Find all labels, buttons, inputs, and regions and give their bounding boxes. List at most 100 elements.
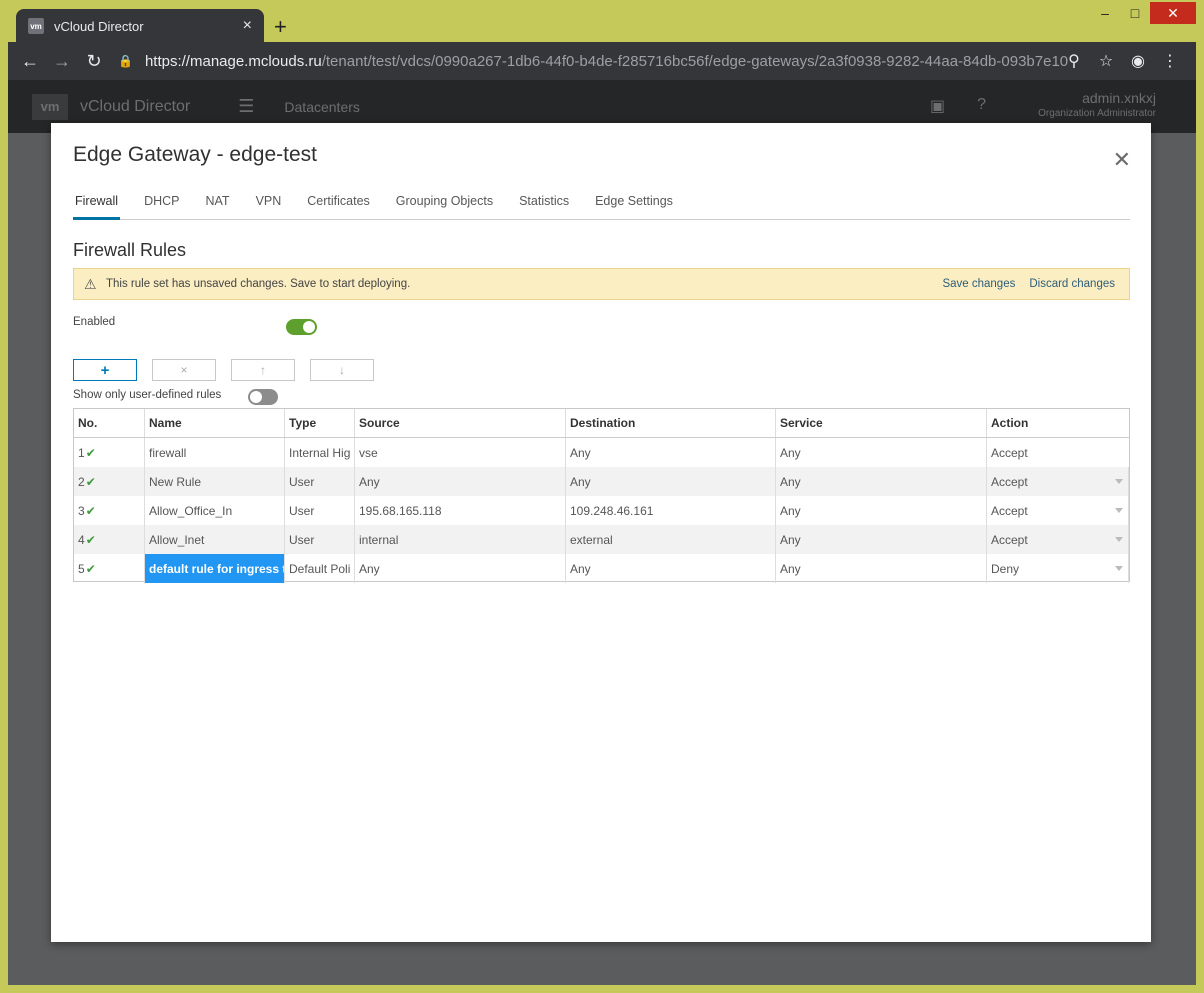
chevron-down-icon[interactable]	[1115, 566, 1123, 571]
forward-icon[interactable]: →	[46, 45, 78, 77]
chevron-down-icon[interactable]	[1115, 479, 1123, 484]
rule-action[interactable]: Accept	[987, 525, 1129, 554]
window-controls: – □ ✕	[1090, 2, 1196, 24]
rule-name[interactable]: Allow_Office_In	[145, 496, 285, 525]
col-service[interactable]: Service	[776, 409, 987, 437]
rule-name[interactable]: New Rule	[145, 467, 285, 496]
table-row[interactable]: 2 ✔ New Rule User Any Any Any Accept	[74, 467, 1129, 496]
table-row[interactable]: 3 ✔ Allow_Office_In User 195.68.165.118 1…	[74, 496, 1129, 525]
col-destination[interactable]: Destination	[566, 409, 776, 437]
check-icon: ✔	[85, 532, 96, 547]
zoom-icon[interactable]: ⚲	[1058, 47, 1090, 75]
col-source[interactable]: Source	[355, 409, 566, 437]
new-tab-icon[interactable]: +	[274, 14, 287, 40]
tab-edge-settings[interactable]: Edge Settings	[593, 191, 675, 220]
rule-source[interactable]: internal	[355, 525, 566, 554]
window-close-icon[interactable]: ✕	[1150, 2, 1196, 24]
tab-statistics[interactable]: Statistics	[517, 191, 571, 220]
rule-type: User	[285, 467, 355, 496]
lock-icon: 🔒	[118, 54, 133, 68]
save-changes-link[interactable]: Save changes	[942, 278, 1015, 290]
rule-destination[interactable]: Any	[566, 467, 776, 496]
rule-service[interactable]: Any	[776, 525, 987, 554]
tab-certificates[interactable]: Certificates	[305, 191, 372, 220]
rule-action[interactable]: Accept	[987, 438, 1129, 467]
tab-dhcp[interactable]: DHCP	[142, 191, 181, 220]
modal-tabs: Firewall DHCP NAT VPN Certificates Group…	[73, 191, 1130, 220]
minimize-icon[interactable]: –	[1090, 2, 1120, 24]
row-number-text: 3	[78, 503, 85, 518]
row-number: 4 ✔	[74, 525, 145, 554]
rule-destination[interactable]: external	[566, 525, 776, 554]
rule-name[interactable]: Allow_Inet	[145, 525, 285, 554]
rule-type: Internal Hig	[285, 438, 355, 467]
warning-icon: ⚠	[84, 275, 97, 292]
table-row[interactable]: 4 ✔ Allow_Inet User internal external Any…	[74, 525, 1129, 554]
reload-icon[interactable]: ↻	[78, 45, 110, 77]
back-icon[interactable]: ←	[14, 45, 46, 77]
row-number: 3 ✔	[74, 496, 145, 525]
table-row[interactable]: 1 ✔ firewall Internal Hig vse Any Any Acc…	[74, 438, 1129, 467]
hamburger-menu-icon[interactable]: ☰	[238, 96, 254, 117]
close-icon[interactable]: ✕	[1113, 147, 1131, 173]
enabled-toggle[interactable]	[286, 319, 317, 335]
url-host: https://manage.mclouds.ru	[144, 52, 322, 70]
chevron-down-icon[interactable]	[1115, 537, 1123, 542]
rule-action[interactable]: Accept	[987, 467, 1129, 496]
delete-rule-button[interactable]: ×	[152, 359, 216, 381]
rule-service[interactable]: Any	[776, 467, 987, 496]
rule-type: User	[285, 496, 355, 525]
rule-source[interactable]: Any	[355, 467, 566, 496]
rule-action[interactable]: Accept	[987, 496, 1129, 525]
rule-service[interactable]: Any	[776, 438, 987, 467]
maximize-icon[interactable]: □	[1120, 2, 1150, 24]
user-defined-toggle[interactable]	[248, 389, 278, 405]
tab-vpn[interactable]: VPN	[254, 191, 284, 220]
chevron-down-icon[interactable]	[1115, 508, 1123, 513]
nav-datacenters[interactable]: Datacenters	[284, 99, 359, 115]
rule-destination[interactable]: Any	[566, 438, 776, 467]
add-rule-button[interactable]: +	[73, 359, 137, 381]
col-action[interactable]: Action	[987, 409, 1129, 437]
col-name[interactable]: Name	[145, 409, 285, 437]
user-menu[interactable]: admin.xnkxj Organization Administrator	[1038, 90, 1156, 122]
tab-firewall[interactable]: Firewall	[73, 191, 121, 220]
bookmark-star-icon[interactable]: ☆	[1090, 47, 1122, 75]
table-row[interactable]: 5 ✔ default rule for ingress t Default Po…	[74, 554, 1129, 583]
incognito-icon[interactable]: ◉	[1122, 47, 1154, 75]
row-number-text: 5	[78, 561, 85, 576]
row-number: 2 ✔	[74, 467, 145, 496]
move-down-button[interactable]: ↓	[310, 359, 374, 381]
enabled-label: Enabled	[73, 316, 116, 328]
rule-name[interactable]: firewall	[145, 438, 285, 467]
rule-service[interactable]: Any	[776, 554, 987, 583]
tab-close-icon[interactable]: ×	[243, 17, 252, 35]
discard-changes-link[interactable]: Discard changes	[1029, 278, 1115, 290]
firewall-rules-grid: No. Name Type Source Destination Service…	[73, 408, 1130, 583]
unsaved-alert: ⚠ This rule set has unsaved changes. Sav…	[73, 268, 1130, 300]
address-bar[interactable]: 🔒 https://manage.mclouds.ru /tenant/test…	[118, 47, 1068, 75]
edge-gateway-modal: Edge Gateway - edge-test ✕ Firewall DHCP…	[51, 123, 1151, 942]
rule-name-editing[interactable]: default rule for ingress t	[145, 554, 285, 583]
rule-source[interactable]: vse	[355, 438, 566, 467]
browser-tabstrip: vm vCloud Director × + – □ ✕	[8, 0, 1196, 43]
browser-tab[interactable]: vm vCloud Director ×	[16, 9, 264, 43]
help-icon[interactable]: ?	[977, 96, 986, 116]
rule-source[interactable]: 195.68.165.118	[355, 496, 566, 525]
row-number: 1 ✔	[74, 438, 145, 467]
rule-action[interactable]: Deny	[987, 554, 1129, 583]
row-number-text: 4	[78, 532, 85, 547]
col-type[interactable]: Type	[285, 409, 355, 437]
clipboard-icon[interactable]: ▣	[930, 96, 945, 116]
move-up-button[interactable]: ↑	[231, 359, 295, 381]
tab-grouping-objects[interactable]: Grouping Objects	[394, 191, 495, 220]
rule-destination[interactable]: 109.248.46.161	[566, 496, 776, 525]
rule-service[interactable]: Any	[776, 496, 987, 525]
rule-source[interactable]: Any	[355, 554, 566, 583]
tab-nat[interactable]: NAT	[203, 191, 231, 220]
col-no[interactable]: No.	[74, 409, 145, 437]
check-icon: ✔	[85, 503, 96, 518]
toolbar-actions: ⚲ ☆ ◉ ⋮	[1058, 47, 1186, 75]
menu-kebab-icon[interactable]: ⋮	[1154, 47, 1186, 75]
rule-destination[interactable]: Any	[566, 554, 776, 583]
